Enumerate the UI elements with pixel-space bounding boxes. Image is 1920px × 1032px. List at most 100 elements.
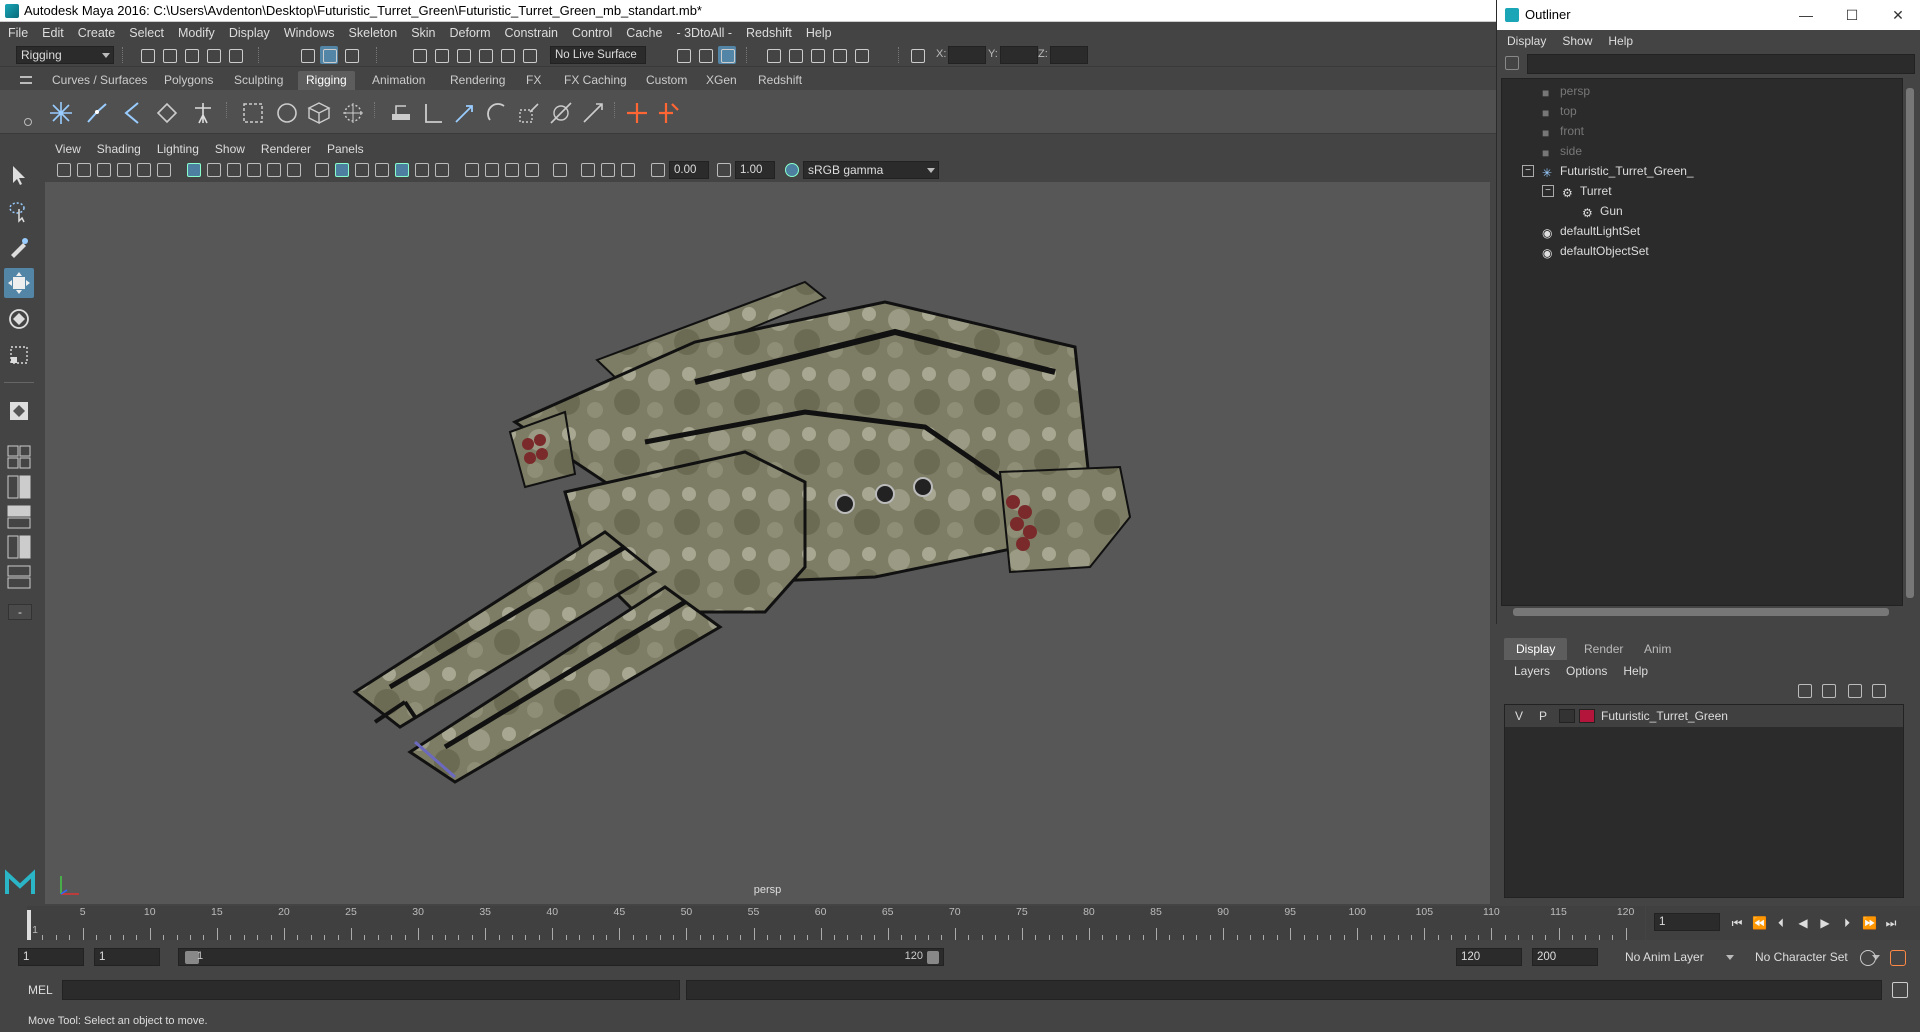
ik-handle-icon[interactable]: [84, 100, 110, 126]
menu-3dtoall[interactable]: - 3DtoAll -: [676, 26, 732, 40]
outliner-search-input[interactable]: [1527, 54, 1915, 74]
auto-key-icon[interactable]: [1860, 950, 1876, 966]
live-surface-field[interactable]: No Live Surface: [550, 46, 646, 64]
gamma-field[interactable]: 1.00: [735, 161, 775, 179]
panel-menu-shading[interactable]: Shading: [97, 142, 141, 156]
bind-skin-icon[interactable]: [240, 100, 266, 126]
move-layer-up-icon[interactable]: [1798, 684, 1812, 698]
xray-active-icon[interactable]: [601, 163, 615, 177]
joint-tool-icon[interactable]: [48, 100, 74, 126]
render-current-icon[interactable]: [786, 46, 804, 64]
shelf-tab-curves[interactable]: Curves / Surfaces: [44, 71, 155, 90]
shelf-tab-rendering[interactable]: Rendering: [442, 71, 513, 90]
hypershade-layout-icon[interactable]: [6, 564, 34, 590]
panel-menu-lighting[interactable]: Lighting: [157, 142, 199, 156]
time-slider[interactable]: 1 5 10 15 20 25 30 35 40 45 50 55 60 65 70 75 80 85 90 95 10…: [27, 906, 1645, 940]
outliner-vertical-scrollbar[interactable]: [1904, 78, 1916, 606]
step-back-key-icon[interactable]: ⏪: [1752, 916, 1767, 930]
shelf-tab-polygons[interactable]: Polygons: [156, 71, 221, 90]
more-layouts-button[interactable]: -: [8, 604, 32, 620]
render-settings-icon[interactable]: [718, 46, 736, 64]
construction-history-icon[interactable]: [696, 46, 714, 64]
ik-spline-icon[interactable]: [118, 100, 144, 126]
step-forward-frame-icon[interactable]: ⏵: [1840, 916, 1854, 930]
shelf-tab-redshift[interactable]: Redshift: [750, 71, 810, 90]
lattice-icon[interactable]: [306, 100, 332, 126]
wireframe-icon[interactable]: [315, 163, 329, 177]
four-view-layout-icon[interactable]: [6, 444, 34, 470]
save-scene-icon[interactable]: [182, 46, 200, 64]
menu-control[interactable]: Control: [572, 26, 612, 40]
layer-tab-anim[interactable]: Anim: [1632, 638, 1683, 660]
exposure-icon[interactable]: [651, 163, 665, 177]
go-to-end-icon[interactable]: ⏭: [1884, 916, 1898, 930]
animation-prefs-icon[interactable]: [1890, 950, 1906, 966]
menu-help[interactable]: Help: [806, 26, 832, 40]
turret-model[interactable]: [45, 182, 1490, 904]
persp-outliner-layout-icon[interactable]: [6, 504, 34, 530]
color-management-icon[interactable]: [785, 163, 799, 177]
layer-playback-toggle[interactable]: P: [1539, 705, 1547, 727]
snap-point-icon[interactable]: [454, 46, 472, 64]
menu-constrain[interactable]: Constrain: [505, 26, 559, 40]
ipr-render-icon[interactable]: [808, 46, 826, 64]
color-space-dropdown[interactable]: sRGB gamma: [803, 161, 939, 179]
step-back-frame-icon[interactable]: ⏴: [1774, 916, 1788, 930]
layer-tab-render[interactable]: Render: [1572, 638, 1635, 660]
select-tool-icon[interactable]: [4, 160, 34, 190]
snap-grid-icon[interactable]: [410, 46, 428, 64]
xray-joints-icon[interactable]: [581, 163, 595, 177]
mode-dropdown[interactable]: Rigging: [16, 46, 114, 64]
shelf-menu-icon[interactable]: [20, 76, 32, 84]
geometry-constraint-icon[interactable]: [580, 100, 606, 126]
layer-tab-display[interactable]: Display: [1504, 638, 1568, 660]
cluster-icon[interactable]: [340, 100, 366, 126]
open-scene-icon[interactable]: [160, 46, 178, 64]
scale-tool-icon[interactable]: [4, 340, 34, 370]
pole-vector-icon[interactable]: [548, 100, 574, 126]
new-scene-icon[interactable]: [138, 46, 156, 64]
collapse-toggle[interactable]: −: [1522, 165, 1534, 177]
screen-space-ao-icon[interactable]: [465, 163, 479, 177]
exposure-field[interactable]: 0.00: [669, 161, 709, 179]
menu-modify[interactable]: Modify: [178, 26, 215, 40]
gate-mask-icon[interactable]: [247, 163, 261, 177]
menu-cache[interactable]: Cache: [626, 26, 662, 40]
orient-constraint-icon[interactable]: [484, 100, 510, 126]
bookmark-icon[interactable]: [97, 163, 111, 177]
layer-display-type-toggle[interactable]: [1559, 709, 1575, 723]
outliner-horizontal-scrollbar[interactable]: [1501, 606, 1903, 618]
film-gate-icon[interactable]: [207, 163, 221, 177]
menu-deform[interactable]: Deform: [450, 26, 491, 40]
close-button[interactable]: ✕: [1875, 0, 1920, 30]
animation-end-field[interactable]: 200: [1532, 948, 1598, 966]
step-forward-key-icon[interactable]: ⏩: [1862, 916, 1877, 930]
command-input[interactable]: [62, 980, 680, 1000]
command-language-label[interactable]: MEL: [28, 983, 53, 997]
gamma-icon[interactable]: [717, 163, 731, 177]
field-chart-icon[interactable]: [267, 163, 281, 177]
panel-menu-view[interactable]: View: [55, 142, 81, 156]
z-field[interactable]: [1050, 46, 1088, 64]
motion-blur-icon[interactable]: [485, 163, 499, 177]
parent-constraint-icon[interactable]: [388, 100, 414, 126]
hypershade-icon[interactable]: [852, 46, 870, 64]
play-backward-icon[interactable]: ◀: [1796, 916, 1810, 930]
two-view-layout-icon[interactable]: [6, 474, 34, 500]
move-tool-icon[interactable]: [4, 268, 34, 298]
humanik-icon[interactable]: [190, 100, 216, 126]
panel-menu-show[interactable]: Show: [215, 142, 245, 156]
tree-item-gun[interactable]: ⚙ Gun: [1582, 201, 1623, 221]
range-end-handle[interactable]: [927, 951, 939, 964]
layer-row[interactable]: V P Futuristic_Turret_Green: [1505, 705, 1903, 727]
playback-end-field[interactable]: 120: [1456, 948, 1522, 966]
shelf-tab-fx-caching[interactable]: FX Caching: [556, 71, 635, 90]
shelf-tab-custom[interactable]: Custom: [638, 71, 695, 90]
shelf-tab-xgen[interactable]: XGen: [698, 71, 745, 90]
layer-menu-help[interactable]: Help: [1623, 664, 1648, 678]
smooth-shade-icon[interactable]: [335, 163, 349, 177]
y-field[interactable]: [1000, 46, 1038, 64]
2d-pan-icon[interactable]: [137, 163, 151, 177]
layer-visibility-toggle[interactable]: V: [1515, 705, 1523, 727]
resolution-gate-icon[interactable]: [227, 163, 241, 177]
